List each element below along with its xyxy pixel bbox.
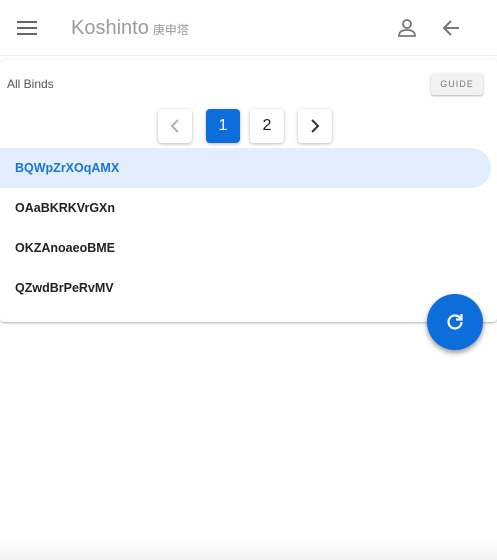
account-button[interactable] xyxy=(389,10,425,46)
chevron-left-icon xyxy=(170,119,179,133)
app-subtitle: 庚申塔 xyxy=(152,23,189,37)
menu-icon xyxy=(17,21,37,35)
chevron-right-icon xyxy=(311,119,320,133)
app-title: Koshinto 庚申塔 xyxy=(71,17,189,40)
list-item[interactable]: OKZAnoaeoBME xyxy=(0,228,491,268)
bottom-shadow xyxy=(0,540,497,560)
arrow-back-icon xyxy=(442,20,459,36)
pagination-page-2[interactable]: 2 xyxy=(250,109,284,143)
app-title-text: Koshinto xyxy=(71,17,149,39)
list-item[interactable]: QZwdBrPeRvMV xyxy=(0,268,491,308)
menu-button[interactable] xyxy=(9,10,45,46)
binds-card: All Binds GUIDE 1 2 BQWpZrXOqAMX OAaBKRK… xyxy=(0,60,497,322)
refresh-button[interactable] xyxy=(427,294,483,350)
account-icon xyxy=(398,19,416,37)
app-bar: Koshinto 庚申塔 xyxy=(0,0,497,56)
card-title: All Binds xyxy=(7,77,54,91)
pagination-prev-button[interactable] xyxy=(158,109,192,143)
binds-list: BQWpZrXOqAMX OAaBKRKVrGXn OKZAnoaeoBME Q… xyxy=(0,148,497,308)
list-item[interactable]: OAaBKRKVrGXn xyxy=(0,188,491,228)
refresh-icon xyxy=(447,314,463,330)
guide-button[interactable]: GUIDE xyxy=(431,73,483,95)
pagination-next-button[interactable] xyxy=(298,109,332,143)
list-item[interactable]: BQWpZrXOqAMX xyxy=(0,148,491,188)
back-button[interactable] xyxy=(433,10,469,46)
pagination-page-1[interactable]: 1 xyxy=(206,109,240,143)
